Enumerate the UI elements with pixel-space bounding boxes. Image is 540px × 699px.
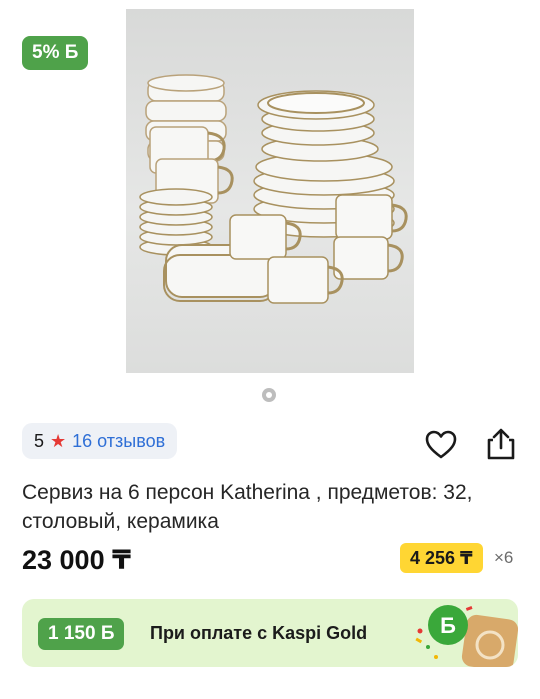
installment-badge[interactable]: 4 256 ₸ <box>400 543 483 573</box>
svg-text:Б: Б <box>440 613 456 638</box>
tableware-illustration <box>139 74 408 304</box>
kaspi-gold-text: При оплате с Kaspi Gold <box>150 623 368 643</box>
installment-months: ×6 <box>494 548 514 567</box>
kaspi-gold-banner[interactable]: 1 150 Б При оплате с Kaspi Gold Б <box>22 599 518 667</box>
rating-reviews-link[interactable]: 5 ★ 16 отзывов <box>22 423 178 459</box>
bonus-percent-badge: 5% Б <box>22 36 89 70</box>
rating-value: 5 <box>34 430 45 451</box>
product-price: 23 000 ₸ <box>22 545 131 575</box>
kaspi-gold-card-icon: Б <box>415 605 518 667</box>
product-image[interactable] <box>126 9 414 373</box>
star-icon: ★ <box>50 430 67 451</box>
gallery-page-indicator[interactable] <box>262 388 276 402</box>
product-title: Сервиз на 6 персон Katherina , предметов… <box>22 481 473 533</box>
share-icon[interactable] <box>484 426 518 462</box>
heart-icon[interactable] <box>424 428 458 462</box>
kaspi-gold-bonus-badge: 1 150 Б <box>38 618 125 650</box>
reviews-count[interactable]: 16 отзывов <box>72 431 165 452</box>
